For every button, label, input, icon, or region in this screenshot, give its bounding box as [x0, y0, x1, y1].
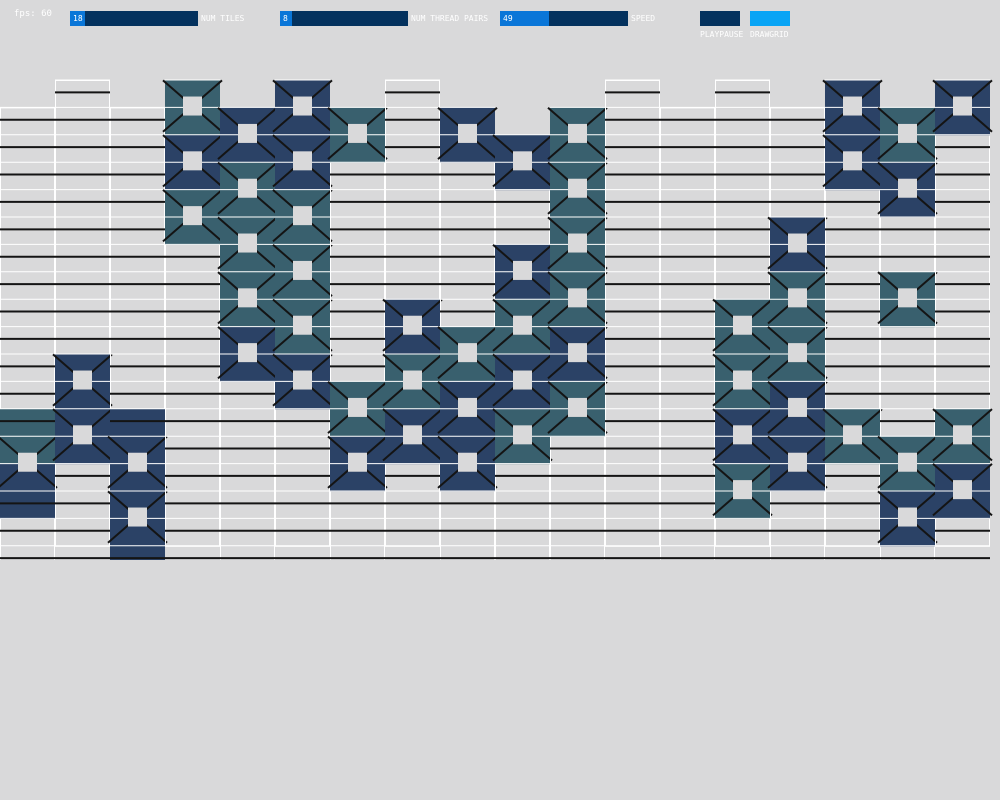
crossing-marker [403, 370, 422, 390]
weave-tile [0, 491, 55, 519]
crossing-marker [788, 288, 807, 308]
crossing-marker [568, 123, 587, 143]
crossing-marker [458, 397, 477, 417]
crossing-marker [403, 315, 422, 335]
crossing-marker [788, 343, 807, 363]
crossing-marker [128, 452, 147, 472]
crossing-marker [788, 397, 807, 417]
crossing-marker [898, 123, 917, 143]
crossing-marker [568, 233, 587, 253]
crossing-marker [18, 452, 37, 472]
crossing-marker [238, 288, 257, 308]
crossing-marker [513, 260, 532, 280]
crossing-marker [293, 151, 312, 171]
crossing-marker [458, 343, 477, 363]
crossing-marker [898, 452, 917, 472]
crossing-marker [843, 96, 862, 116]
crossing-marker [788, 233, 807, 253]
crossing-marker [238, 343, 257, 363]
crossing-marker [898, 507, 917, 527]
crossing-marker [843, 151, 862, 171]
crossing-marker [183, 96, 202, 116]
crossing-marker [513, 315, 532, 335]
crossing-marker [293, 370, 312, 390]
crossing-marker [348, 452, 367, 472]
crossing-marker [293, 96, 312, 116]
crossing-marker [733, 480, 752, 500]
crossing-marker [348, 397, 367, 417]
crossing-marker [458, 452, 477, 472]
crossing-marker [733, 315, 752, 335]
crossing-marker [73, 425, 92, 445]
crossing-marker [733, 370, 752, 390]
crossing-marker [128, 507, 147, 527]
column-outline [660, 107, 715, 560]
crossing-marker [513, 370, 532, 390]
crossing-marker [513, 425, 532, 445]
crossing-marker [953, 480, 972, 500]
crossing-marker [733, 425, 752, 445]
crossing-marker [348, 123, 367, 143]
crossing-marker [898, 178, 917, 198]
crossing-marker [183, 151, 202, 171]
crossing-marker [183, 206, 202, 226]
crossing-marker [898, 288, 917, 308]
crossing-marker [568, 178, 587, 198]
crossing-marker [953, 425, 972, 445]
crossing-marker [568, 288, 587, 308]
crossing-marker [788, 452, 807, 472]
weave-tile [110, 408, 165, 437]
crossing-marker [953, 96, 972, 116]
crossing-marker [293, 206, 312, 226]
crossing-marker [568, 397, 587, 417]
crossing-marker [293, 260, 312, 280]
crossing-marker [238, 178, 257, 198]
crossing-marker [843, 425, 862, 445]
crossing-marker [73, 370, 92, 390]
column-outline [330, 107, 385, 560]
crossing-marker [238, 123, 257, 143]
crossing-marker [238, 233, 257, 253]
crossing-marker [293, 315, 312, 335]
weave-tile [0, 408, 55, 437]
weave-canvas [0, 79, 993, 560]
crossing-marker [403, 425, 422, 445]
crossing-marker [568, 343, 587, 363]
crossing-marker [513, 151, 532, 171]
crossing-marker [458, 123, 477, 143]
